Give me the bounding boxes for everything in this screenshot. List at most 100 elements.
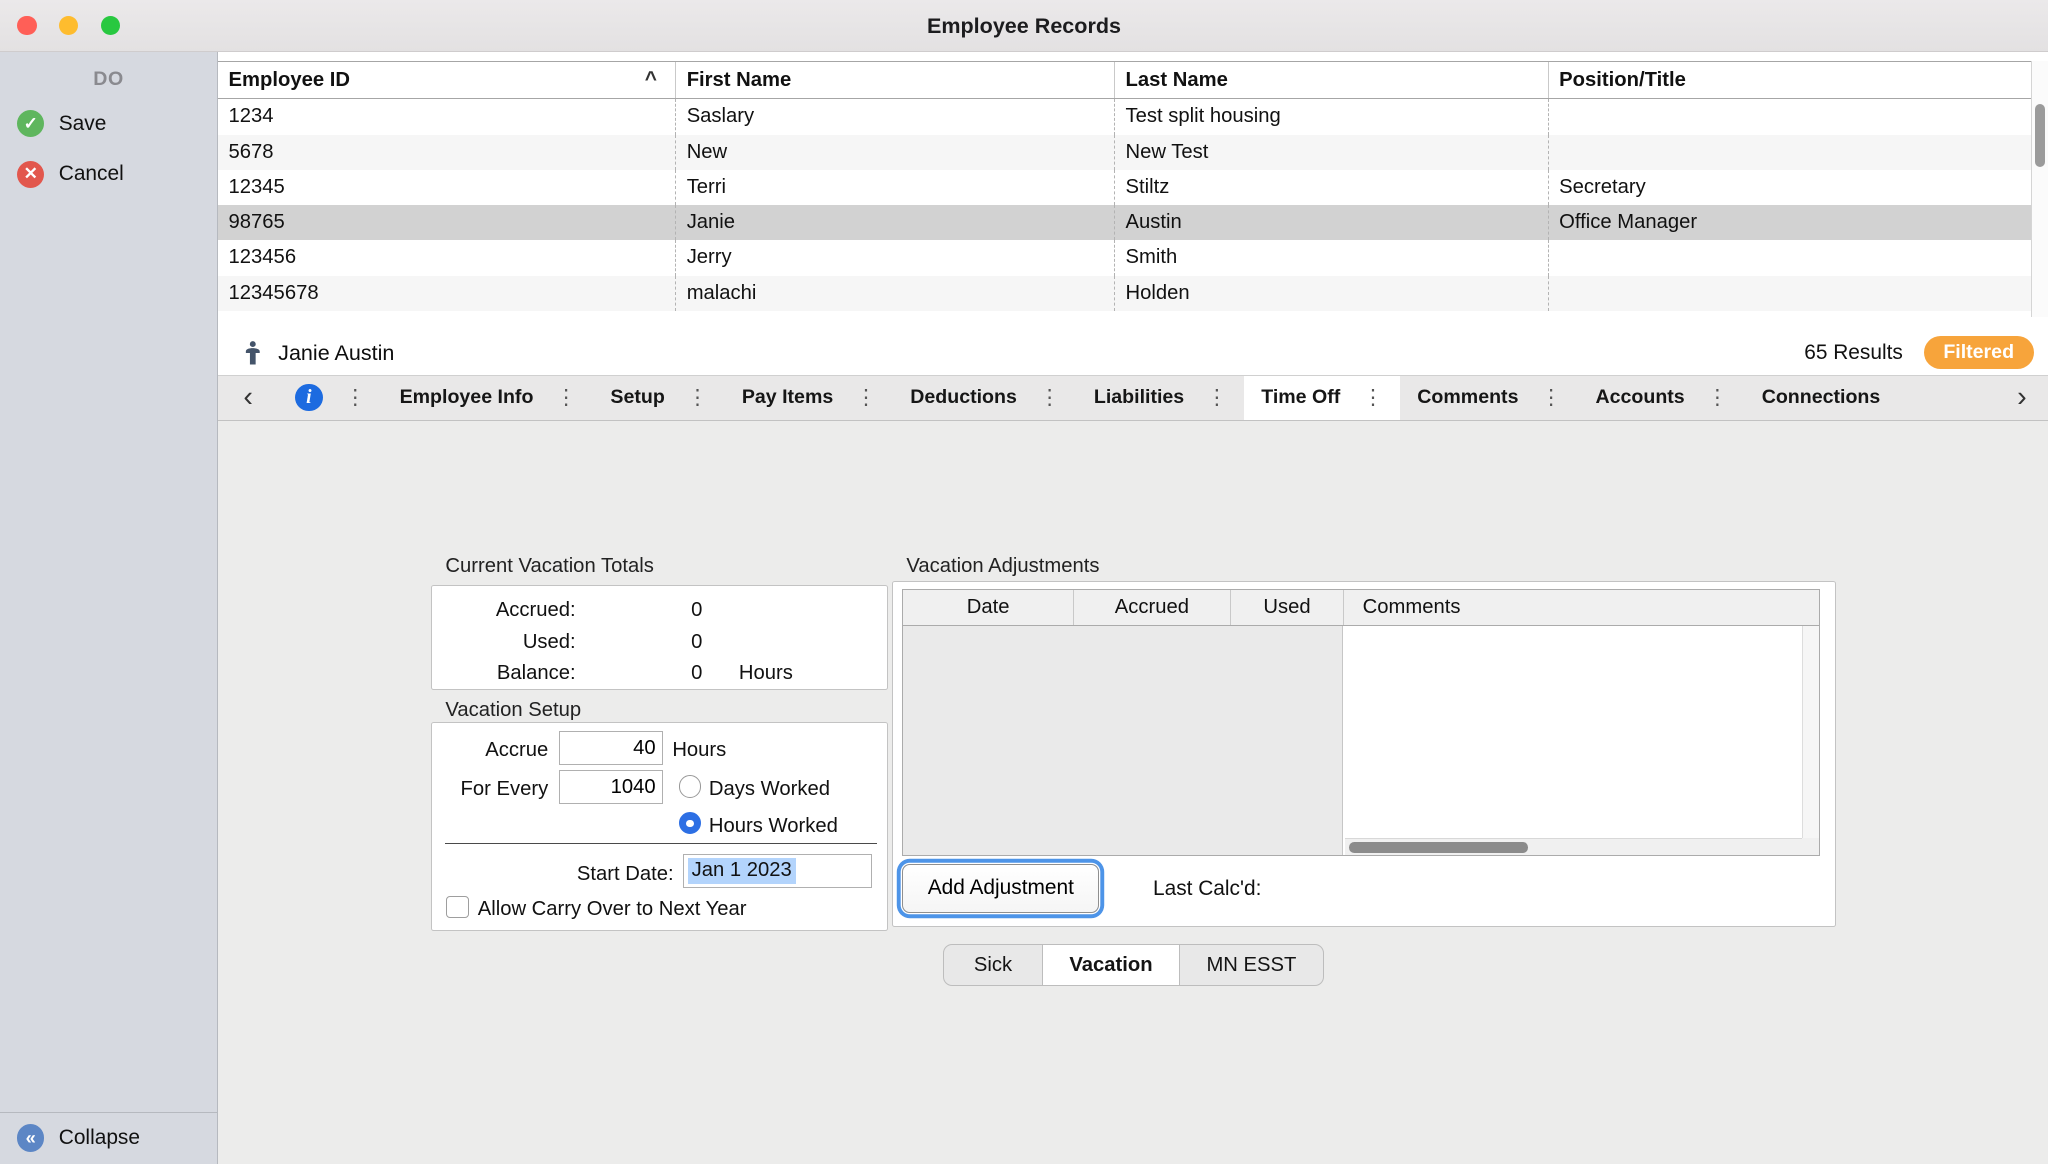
tab-info[interactable]: i ⋮ [278, 376, 382, 420]
comments-horizontal-scrollbar[interactable] [1345, 838, 1803, 855]
tab-accounts[interactable]: Accounts ⋮ [1579, 376, 1745, 420]
totals-group-title: Current Vacation Totals [445, 555, 653, 578]
collapse-label: Collapse [59, 1126, 140, 1150]
close-button[interactable] [17, 16, 37, 36]
time-off-panel: Current Vacation Totals Accrued: 0 Used:… [218, 421, 2048, 1164]
accrued-value: 0 [576, 599, 703, 622]
for-every-input[interactable] [559, 770, 663, 804]
days-worked-label[interactable]: Days Worked [709, 778, 830, 801]
totals-group-box: Accrued: 0 Used: 0 Balance: 0 Hours [431, 585, 888, 689]
minimize-button[interactable] [59, 16, 79, 36]
tab-menu-icon[interactable]: ⋮ [556, 385, 577, 410]
cancel-button[interactable]: ✕ Cancel [0, 156, 217, 193]
tab-menu-icon[interactable]: ⋮ [855, 385, 876, 410]
adjustments-table: Date Accrued Used Comments [902, 589, 1820, 857]
column-header-last-name[interactable]: Last Name [1114, 62, 1548, 98]
tab-comments[interactable]: Comments ⋮ [1400, 376, 1578, 420]
tab-time-off[interactable]: Time Off ⋮ [1244, 376, 1400, 420]
hours-worked-label[interactable]: Hours Worked [709, 815, 838, 838]
adjustments-table-body [903, 626, 1819, 855]
table-row-selected[interactable]: 98765 Janie Austin Office Manager [218, 205, 2031, 240]
tab-pay-items[interactable]: Pay Items ⋮ [725, 376, 893, 420]
divider [445, 843, 877, 844]
setup-group-title: Vacation Setup [445, 699, 581, 722]
tab-menu-icon[interactable]: ⋮ [1362, 385, 1383, 410]
accrued-label: Accrued: [432, 599, 576, 622]
comments-vertical-scrollbar[interactable] [1802, 626, 1819, 838]
adjustments-empty-area [903, 626, 1343, 855]
segment-mn-esst[interactable]: MN ESST [1179, 945, 1323, 985]
tab-menu-icon[interactable]: ⋮ [687, 385, 708, 410]
segment-vacation[interactable]: Vacation [1042, 945, 1179, 985]
tab-menu-icon[interactable]: ⋮ [1541, 385, 1562, 410]
cancel-x-icon: ✕ [17, 161, 44, 188]
balance-label: Balance: [432, 662, 576, 685]
filtered-badge[interactable]: Filtered [1924, 336, 2034, 369]
start-date-input[interactable]: Jan 1 2023 [683, 854, 872, 888]
tab-liabilities[interactable]: Liabilities ⋮ [1077, 376, 1244, 420]
save-label: Save [59, 112, 107, 136]
tab-menu-icon[interactable]: ⋮ [1039, 385, 1060, 410]
carry-over-checkbox[interactable] [446, 896, 468, 918]
results-count: 65 Results [1804, 341, 1903, 365]
accrue-unit-label: Hours [672, 739, 726, 762]
accrue-label: Accrue [432, 739, 548, 762]
adjustments-panel: Date Accrued Used Comments Add [892, 581, 1836, 927]
accrue-input[interactable] [559, 731, 663, 765]
tab-setup[interactable]: Setup ⋮ [593, 376, 724, 420]
sort-up-icon[interactable]: ^ [645, 70, 657, 91]
table-vertical-scrollbar[interactable] [2031, 61, 2048, 317]
tab-menu-icon[interactable]: ⋮ [345, 385, 366, 410]
window-title: Employee Records [0, 0, 2048, 52]
used-value: 0 [576, 631, 703, 654]
column-header-employee-id[interactable]: Employee ID ^ [218, 62, 675, 98]
tabs-prev-button[interactable]: ‹ [218, 376, 278, 420]
comments-list-area [1345, 626, 1820, 855]
sidebar-header: DO [0, 68, 217, 91]
tab-menu-icon[interactable]: ⋮ [1206, 385, 1227, 410]
tab-menu-icon[interactable]: ⋮ [1707, 385, 1728, 410]
adj-column-accrued: Accrued [1073, 590, 1230, 626]
adj-column-used: Used [1230, 590, 1344, 626]
employee-table-body: 1234 Saslary Test split housing 5678 New… [218, 99, 2031, 311]
hours-unit-label: Hours [702, 662, 887, 685]
traffic-lights [17, 16, 120, 36]
add-adjustment-button[interactable]: Add Adjustment [902, 864, 1099, 912]
tabs-next-button[interactable]: › [1996, 376, 2048, 420]
adjustments-table-header: Date Accrued Used Comments [903, 590, 1819, 627]
segment-sick[interactable]: Sick [944, 945, 1042, 985]
tab-connections[interactable]: Connections [1745, 376, 1898, 420]
used-label: Used: [432, 631, 576, 654]
sidebar: DO ✓ Save ✕ Cancel « Collapse [0, 52, 218, 1164]
person-icon [243, 340, 263, 366]
save-button[interactable]: ✓ Save [0, 105, 217, 142]
collapse-chevrons-icon: « [17, 1124, 44, 1151]
tab-deductions[interactable]: Deductions ⋮ [893, 376, 1077, 420]
column-header-position[interactable]: Position/Title [1548, 62, 2048, 98]
scrollbar-thumb[interactable] [2035, 104, 2045, 167]
leave-type-segmented-control: Sick Vacation MN ESST [943, 944, 1324, 986]
for-every-label: For Every [432, 778, 548, 801]
start-date-value: Jan 1 2023 [688, 858, 796, 884]
carry-over-label[interactable]: Allow Carry Over to Next Year [478, 898, 747, 921]
employee-table-header: Employee ID ^ First Name Last Name Posit… [218, 61, 2048, 99]
zoom-button[interactable] [101, 16, 121, 36]
adj-column-date: Date [903, 590, 1073, 626]
setup-group-box: Accrue Hours For Every Days Worked Hours… [431, 722, 888, 931]
cancel-label: Cancel [59, 162, 124, 186]
adjustments-title: Vacation Adjustments [906, 555, 1099, 578]
table-row[interactable]: 5678 New New Test [218, 135, 2031, 170]
days-worked-radio[interactable] [679, 775, 701, 797]
last-calcd-label: Last Calc'd: [1153, 877, 1261, 901]
column-header-first-name[interactable]: First Name [675, 62, 1114, 98]
table-row[interactable]: 12345678 malachi Holden [218, 276, 2031, 311]
collapse-button[interactable]: « Collapse [0, 1112, 217, 1164]
table-row[interactable]: 12345 Terri Stiltz Secretary [218, 170, 2031, 205]
tab-employee-info[interactable]: Employee Info ⋮ [383, 376, 594, 420]
hours-worked-radio[interactable] [679, 812, 701, 834]
main-area: Employee ID ^ First Name Last Name Posit… [218, 52, 2048, 1164]
table-row[interactable]: 123456 Jerry Smith [218, 240, 2031, 275]
tab-bar: ‹ i ⋮ Employee Info ⋮ Setup ⋮ Pay Items … [218, 375, 2048, 421]
scrollbar-thumb[interactable] [1349, 842, 1528, 852]
table-row[interactable]: 1234 Saslary Test split housing [218, 99, 2031, 134]
